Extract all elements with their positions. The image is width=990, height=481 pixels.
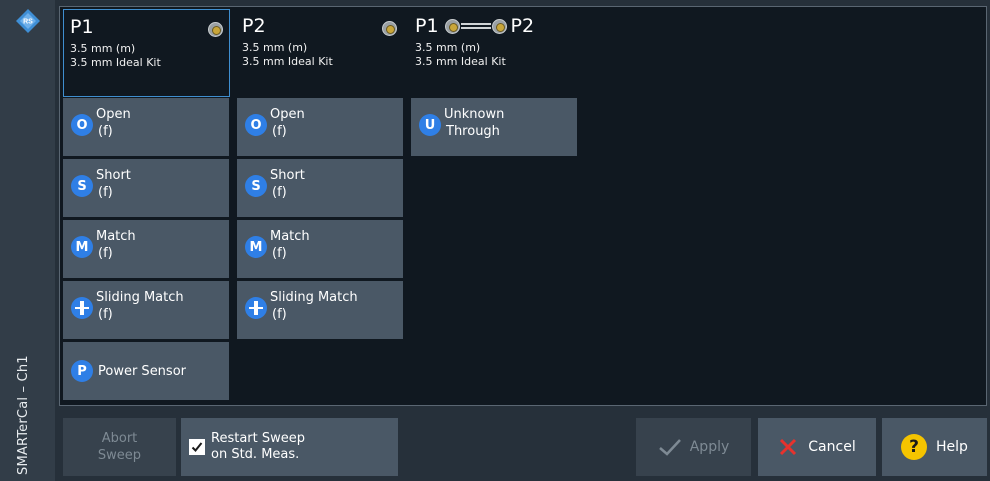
power-sensor-icon: P: [71, 360, 93, 382]
p2-open-sub: (f): [272, 124, 287, 139]
port-pair-header[interactable]: P1 P2 3.5 mm (m) 3.5 mm Ideal Kit: [409, 9, 609, 97]
short-icon: S: [245, 175, 267, 197]
p2-match-button[interactable]: M Match (f): [237, 220, 403, 278]
p1-power-sensor-button[interactable]: P Power Sensor: [63, 342, 229, 400]
sidebar: RS SMARTerCal – Ch1: [0, 0, 55, 481]
p2-short-label: Short: [270, 168, 305, 183]
p1-short-label: Short: [96, 168, 131, 183]
help-icon: ?: [901, 434, 928, 460]
connector-icon: [208, 22, 223, 37]
p1-match-sub: (f): [98, 246, 113, 261]
p2-open-label: Open: [270, 107, 305, 122]
port-pair-title-b: P2: [510, 15, 535, 37]
bottom-bar: Abort Sweep Restart Sweep on Std. Meas. …: [0, 418, 990, 476]
apply-label: Apply: [689, 439, 730, 455]
p2-short-button[interactable]: S Short (f): [237, 159, 403, 217]
p2-sliding-match-sub: (f): [272, 307, 287, 322]
port-p1-header[interactable]: P1 3.5 mm (m) 3.5 mm Ideal Kit: [63, 9, 230, 97]
port-p2-kit: 3.5 mm Ideal Kit: [242, 55, 333, 68]
p1-match-label: Match: [96, 229, 136, 244]
p1-sliding-match-sub: (f): [98, 307, 113, 322]
p2-short-sub: (f): [272, 185, 287, 200]
p1-open-button[interactable]: O Open (f): [63, 98, 229, 156]
abort-sweep-button[interactable]: Abort Sweep: [63, 418, 176, 476]
port-pair-title-a: P1: [415, 15, 439, 37]
abort-sweep-label-1: Abort: [101, 431, 138, 446]
help-label: Help: [936, 439, 968, 455]
cancel-button[interactable]: Cancel: [758, 418, 876, 476]
connector-icon: [382, 21, 397, 36]
p1-sliding-match-button[interactable]: Sliding Match (f): [63, 281, 229, 339]
port-pair-kit: 3.5 mm Ideal Kit: [415, 55, 506, 68]
connector-icon: [491, 18, 507, 34]
p1-open-sub: (f): [98, 124, 113, 139]
p2-sliding-match-label: Sliding Match: [270, 290, 358, 305]
p1-sliding-match-label: Sliding Match: [96, 290, 184, 305]
unknown-through-sub: Through: [446, 124, 500, 139]
apply-button[interactable]: Apply: [636, 418, 751, 476]
port-p1-title: P1: [70, 16, 94, 38]
checkbox[interactable]: [189, 439, 205, 455]
unknown-through-icon: U: [419, 114, 441, 136]
port-p2-connector: 3.5 mm (m): [242, 41, 308, 54]
sliding-match-icon: [245, 297, 267, 319]
through-connection-icon: [460, 22, 491, 30]
restart-sweep-label-2: on Std. Meas.: [211, 447, 300, 462]
unknown-through-button[interactable]: U Unknown Through: [411, 98, 577, 156]
abort-sweep-label-2: Sweep: [97, 448, 142, 463]
short-icon: S: [71, 175, 93, 197]
p1-open-label: Open: [96, 107, 131, 122]
unknown-through-label: Unknown: [444, 107, 505, 122]
check-icon: [191, 442, 203, 452]
match-icon: M: [245, 236, 267, 258]
port-p1-connector: 3.5 mm (m): [70, 42, 136, 55]
p1-short-sub: (f): [98, 185, 113, 200]
open-icon: O: [71, 114, 93, 136]
restart-sweep-toggle[interactable]: Restart Sweep on Std. Meas.: [181, 418, 398, 476]
cancel-label: Cancel: [808, 439, 856, 455]
p1-short-button[interactable]: S Short (f): [63, 159, 229, 217]
p2-open-button[interactable]: O Open (f): [237, 98, 403, 156]
p1-match-button[interactable]: M Match (f): [63, 220, 229, 278]
restart-sweep-label-1: Restart Sweep: [211, 431, 305, 446]
p2-sliding-match-button[interactable]: Sliding Match (f): [237, 281, 403, 339]
port-p2-header[interactable]: P2 3.5 mm (m) 3.5 mm Ideal Kit: [236, 9, 403, 97]
match-icon: M: [71, 236, 93, 258]
port-p2-title: P2: [242, 15, 266, 37]
p2-match-sub: (f): [272, 246, 287, 261]
open-icon: O: [245, 114, 267, 136]
p1-power-sensor-label: Power Sensor: [98, 363, 186, 379]
p2-match-label: Match: [270, 229, 310, 244]
port-pair-connector: 3.5 mm (m): [415, 41, 481, 54]
calibration-panel: P1 3.5 mm (m) 3.5 mm Ideal Kit P2 3.5 mm…: [59, 6, 987, 406]
checkmark-icon: [658, 439, 681, 456]
sliding-match-icon: [71, 297, 93, 319]
help-button[interactable]: ? Help: [882, 418, 987, 476]
close-icon: [780, 438, 797, 456]
connector-icon: [444, 18, 460, 34]
port-p1-kit: 3.5 mm Ideal Kit: [70, 56, 161, 69]
